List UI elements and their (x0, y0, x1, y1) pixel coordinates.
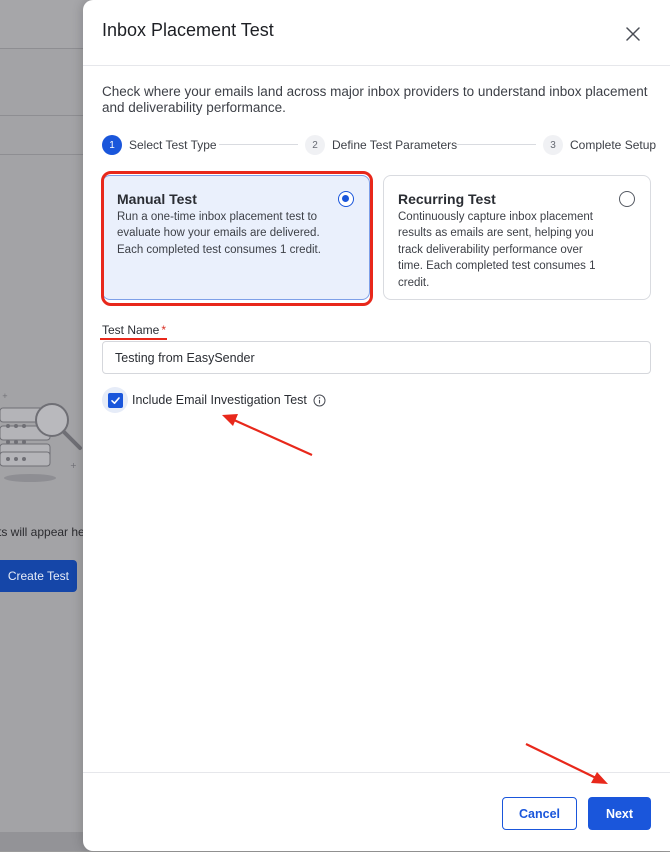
info-icon[interactable] (313, 394, 326, 407)
next-button[interactable]: Next (588, 797, 651, 830)
step-label: Select Test Type (129, 138, 217, 152)
step-label: Define Test Parameters (332, 138, 458, 152)
step-label: Complete Setup (570, 138, 657, 152)
step-connector (456, 144, 536, 145)
manual-test-option[interactable]: Manual Test Run a one-time inbox placeme… (102, 175, 370, 300)
svg-text:+: + (2, 392, 8, 400)
checkmark-icon (110, 396, 120, 404)
investigation-checkbox-label: Include Email Investigation Test (132, 393, 307, 407)
option-title: Recurring Test (398, 191, 496, 207)
modal-header: Inbox Placement Test (83, 0, 670, 66)
test-name-label: Test Name * (102, 323, 166, 337)
step-select-test-type: 1 Select Test Type (102, 135, 217, 155)
step-connector (219, 144, 298, 145)
investigation-checkbox-row: Include Email Investigation Test (102, 387, 326, 413)
step-number: 1 (102, 135, 122, 155)
step-number: 3 (543, 135, 563, 155)
test-name-input[interactable] (102, 341, 651, 374)
close-icon (626, 27, 640, 41)
manual-test-radio[interactable] (338, 191, 354, 207)
empty-state-text: ts will appear her (0, 525, 89, 539)
svg-text:+: + (70, 461, 77, 470)
modal-description: Check where your emails land across majo… (102, 84, 648, 115)
stepper: 1 Select Test Type 2 Define Test Paramet… (102, 135, 656, 155)
option-title: Manual Test (117, 191, 197, 207)
test-name-label-text: Test Name (102, 323, 160, 337)
option-description: Run a one-time inbox placement test to e… (117, 211, 321, 256)
create-test-button: Create Test (0, 560, 77, 592)
recurring-test-option[interactable]: Recurring Test Continuously capture inbo… (383, 175, 651, 300)
inbox-placement-modal: Inbox Placement Test Check where your em… (83, 0, 670, 851)
checkbox-box (107, 392, 123, 408)
cancel-button[interactable]: Cancel (502, 797, 577, 830)
close-button[interactable] (621, 22, 645, 46)
modal-footer: Cancel Next (83, 772, 670, 852)
empty-state-illustration: + + (0, 392, 82, 482)
recurring-test-radio[interactable] (619, 191, 635, 207)
step-number: 2 (305, 135, 325, 155)
option-description: Continuously capture inbox placement res… (398, 211, 596, 289)
step-complete-setup: 3 Complete Setup (543, 135, 656, 155)
step-define-parameters: 2 Define Test Parameters (305, 135, 457, 155)
investigation-checkbox[interactable] (102, 387, 128, 413)
modal-title: Inbox Placement Test (102, 20, 274, 40)
required-marker: * (161, 323, 167, 337)
annotation-underline (100, 338, 167, 340)
